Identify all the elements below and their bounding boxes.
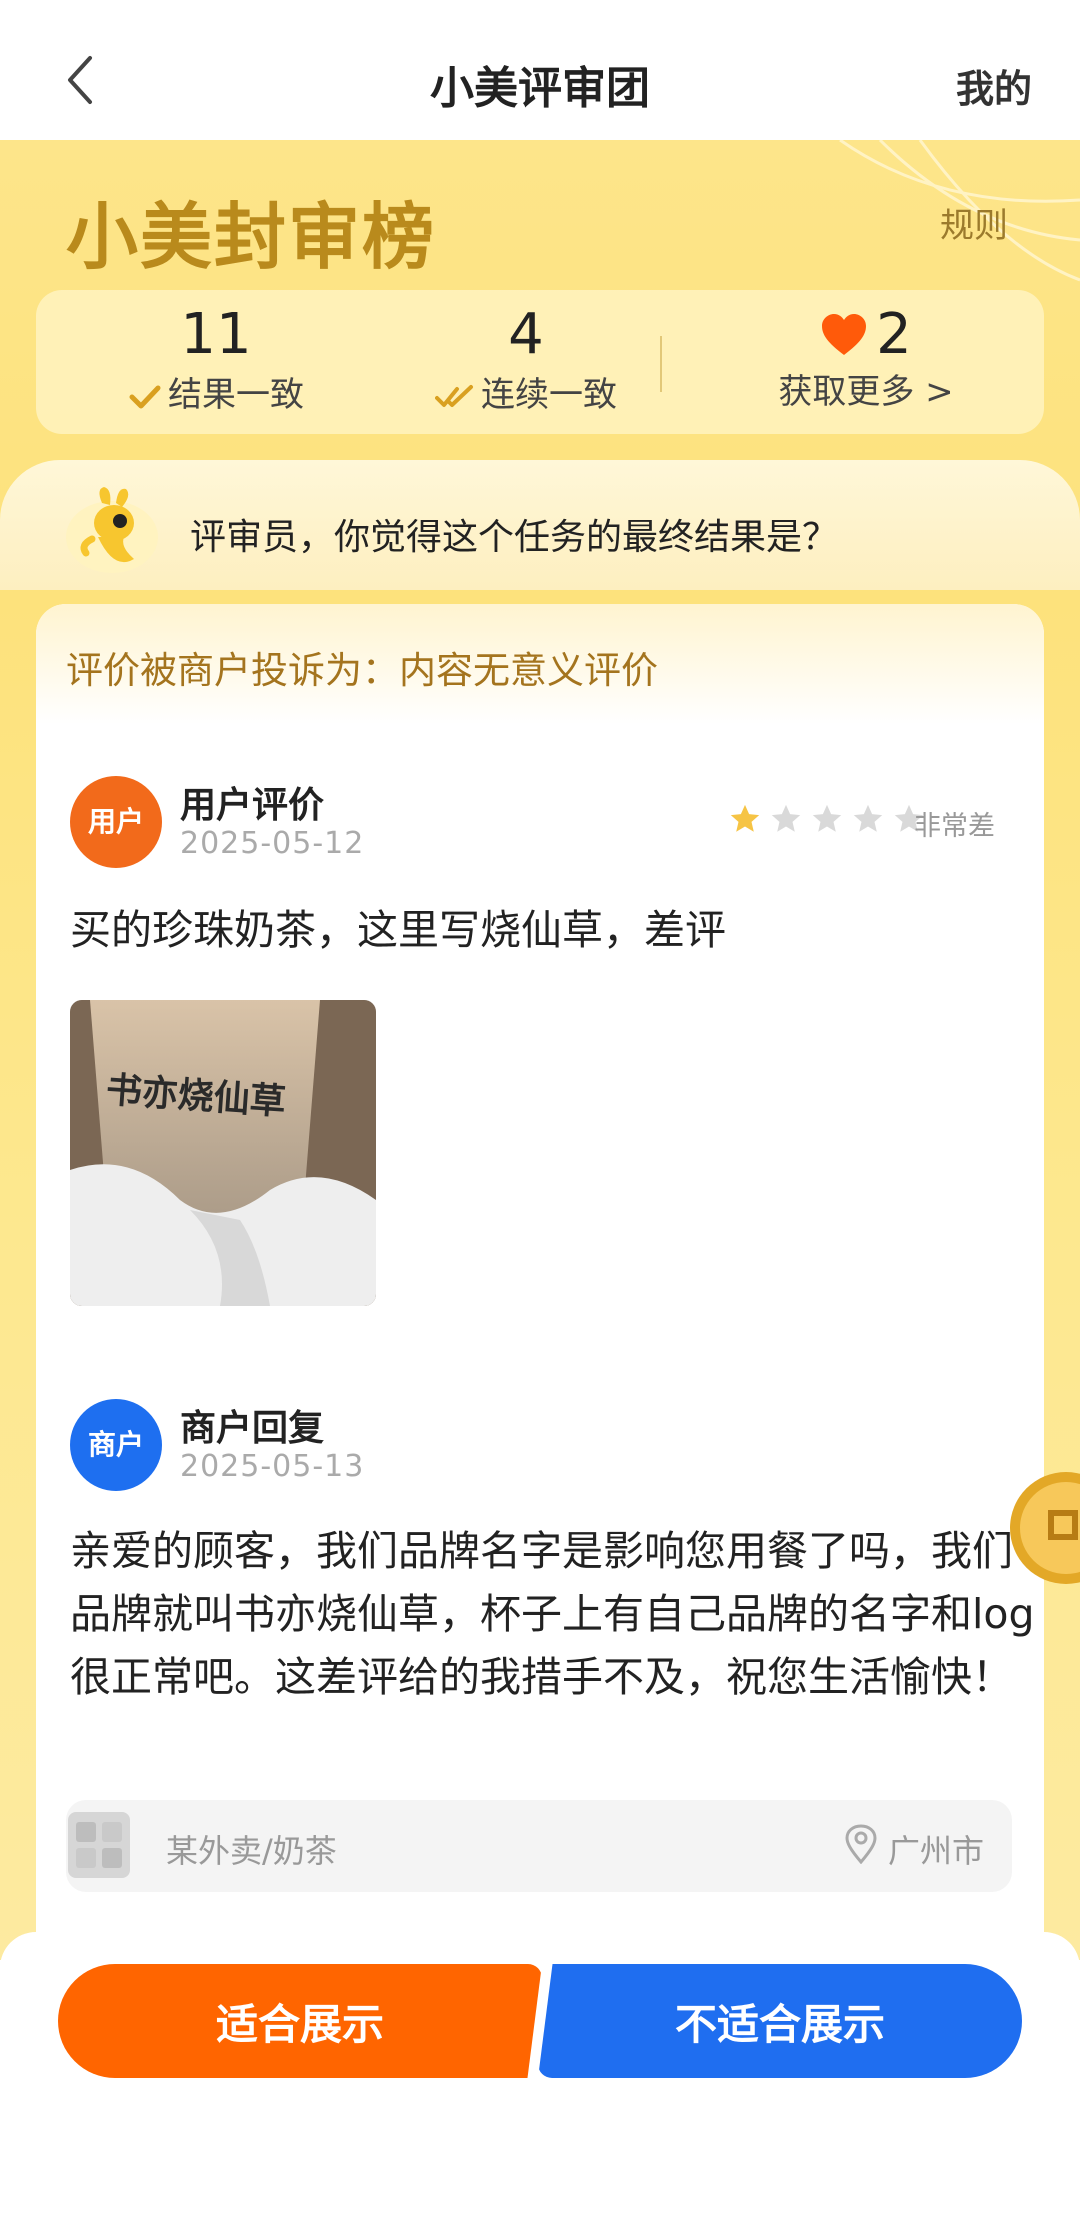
kangaroo-mascot-icon (66, 487, 158, 573)
stat-consistent: 11 结果一致 (96, 300, 336, 420)
rating-label: 非常差 (914, 811, 995, 842)
top-nav-bar: 小美评审团 我的 (0, 0, 1080, 140)
star-icon-2 (771, 804, 801, 832)
stat-hearts[interactable]: 2 获取更多 > (756, 300, 976, 417)
review-card: 评价被商户投诉为：内容无意义评价 用户 用户评价 2025-05-12 非常差 … (36, 604, 1044, 1964)
check-icon (129, 385, 161, 408)
merchant-reply-text: 亲爱的顾客，我们品牌名字是影响您用餐了吗，我们品牌就叫书亦烧仙草，杯子上有自己品… (70, 1527, 1035, 1701)
merchant-reply-title: 商户回复 (180, 1408, 325, 1449)
user-review-date: 2025-05-12 (180, 826, 365, 861)
store-category: 某外卖/奶茶 (166, 1832, 337, 1870)
store-info-strip[interactable]: 某外卖/奶茶 广州市 (66, 1800, 1012, 1892)
user-review-title: 用户评价 (180, 785, 325, 826)
star-icon-3 (813, 804, 842, 832)
streak-count: 4 (508, 302, 544, 367)
store-thumbnail-icon (68, 1812, 130, 1878)
double-check-icon (435, 384, 473, 407)
board-logo: 小美封审榜 (66, 194, 437, 279)
page-title: 小美评审团 (430, 63, 650, 114)
location-pin-icon (845, 1824, 877, 1864)
streak-label: 连续一致 (481, 375, 617, 415)
star-rating (728, 802, 928, 836)
stats-divider (660, 336, 662, 392)
user-avatar: 用户 (70, 776, 162, 868)
rules-link[interactable]: 规则 (940, 198, 1008, 247)
merchant-avatar: 商户 (70, 1399, 162, 1491)
complaint-banner: 评价被商户投诉为：内容无意义评价 (36, 604, 1044, 724)
get-more-link[interactable]: 获取更多 > (756, 367, 976, 417)
hearts-count: 2 (876, 301, 912, 367)
heart-icon (822, 313, 867, 355)
star-icon-4 (854, 804, 883, 832)
consistent-label: 结果一致 (168, 375, 304, 415)
store-city: 广州市 (888, 1832, 985, 1870)
consistent-count: 11 (180, 302, 252, 367)
floating-coin-icon[interactable] (1004, 1466, 1080, 1590)
unsuitable-button[interactable]: 不适合展示 (538, 1964, 1022, 2078)
my-profile-link[interactable]: 我的 (956, 58, 1032, 113)
merchant-reply-date: 2025-05-13 (180, 1449, 365, 1484)
question-text: 评审员，你觉得这个任务的最终结果是？ (190, 517, 839, 558)
complaint-text: 评价被商户投诉为：内容无意义评价 (66, 649, 658, 692)
stats-panel: 11 结果一致 4 连续一致 2 获取更多 > (36, 290, 1044, 434)
decorative-arcs (839, 140, 1080, 282)
user-review-text: 买的珍珠奶茶，这里写烧仙草，差评 (70, 906, 726, 954)
suitable-button[interactable]: 适合展示 (58, 1964, 542, 2078)
stat-streak: 4 连续一致 (406, 300, 646, 420)
star-icon-1 (730, 804, 760, 832)
review-photo[interactable]: 书亦烧仙草 (70, 1000, 376, 1306)
